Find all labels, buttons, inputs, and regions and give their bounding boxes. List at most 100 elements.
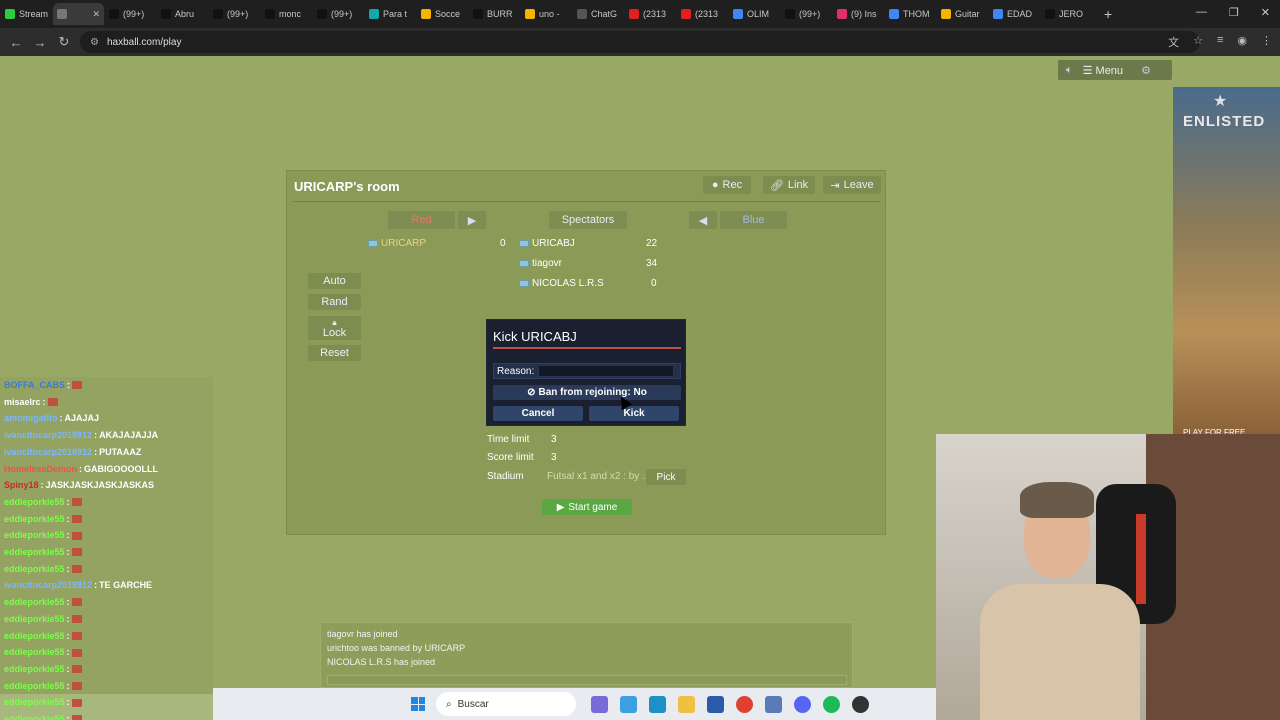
spectator-row[interactable]: NICOLAS L.R.S (519, 278, 604, 289)
minimize-icon[interactable]: — (1196, 6, 1207, 19)
browser-tab[interactable]: Para t (365, 3, 416, 25)
rand-button[interactable]: Rand (308, 294, 361, 310)
taskbar-search[interactable]: ⌕ Buscar (436, 692, 576, 716)
gear-icon[interactable]: ⚙ (1141, 64, 1151, 77)
time-limit-value[interactable]: 3 (551, 434, 557, 445)
team-red-header[interactable]: Red (388, 211, 455, 229)
browser-tab[interactable]: THOM (885, 3, 936, 25)
translate-icon[interactable]: 文 (1168, 34, 1179, 50)
start-game-button[interactable]: ▶ Start game (542, 499, 632, 515)
browser-tab[interactable]: (9) Ins (833, 3, 884, 25)
chat-username[interactable]: eddieporkie55 (4, 494, 65, 511)
browser-tab[interactable]: Guitar (937, 3, 988, 25)
obs-icon[interactable] (852, 696, 869, 713)
red-player-row[interactable]: URICARP (368, 238, 426, 249)
media-icon[interactable]: ≡ (1217, 34, 1223, 50)
new-tab-button[interactable]: + (1104, 6, 1112, 22)
more-menu-icon[interactable]: ⋮ (1261, 34, 1272, 50)
leave-button[interactable]: ⇥ Leave (823, 176, 881, 194)
chat-username[interactable]: amomigatito (4, 410, 58, 427)
chat-username[interactable]: Spiny18 (4, 477, 39, 494)
reset-button[interactable]: Reset (308, 345, 361, 361)
browser-tab[interactable]: (99+) (105, 3, 156, 25)
settings-app-icon[interactable] (765, 696, 782, 713)
chat-username[interactable]: eddieporkie55 (4, 661, 65, 678)
browser-tab[interactable]: Abru (157, 3, 208, 25)
chat-username[interactable]: eddieporkie55 (4, 544, 65, 561)
auto-button[interactable]: Auto (308, 273, 361, 289)
move-to-red-arrow-icon[interactable]: ▶ (458, 211, 486, 229)
browser-tab[interactable]: (2313 (677, 3, 728, 25)
team-spectators-header[interactable]: Spectators (549, 211, 627, 229)
cancel-button[interactable]: Cancel (493, 406, 583, 421)
ban-toggle-button[interactable]: ⊘ Ban from rejoining: No (493, 385, 681, 400)
browser-tab[interactable]: (99+) (781, 3, 832, 25)
reason-input[interactable] (538, 365, 674, 377)
browser-tab[interactable]: JERO (1041, 3, 1092, 25)
link-button[interactable]: 🔗︎ Link (763, 176, 815, 194)
kick-button[interactable]: Kick (589, 406, 679, 421)
chat-username[interactable]: eddieporkie55 (4, 611, 65, 628)
discord-icon[interactable] (794, 696, 811, 713)
spotify-icon[interactable] (823, 696, 840, 713)
team-blue-header[interactable]: Blue (720, 211, 787, 229)
rec-button[interactable]: ● Rec (703, 176, 751, 194)
chat-username[interactable]: eddieporkie55 (4, 694, 65, 711)
browser-tab[interactable]: OLIM (729, 3, 780, 25)
teams-icon[interactable] (591, 696, 608, 713)
browser-tab[interactable]: Socce (417, 3, 468, 25)
browser-tab[interactable]: ✕ (53, 3, 104, 25)
pick-stadium-button[interactable]: Pick (646, 469, 686, 485)
chat-username[interactable]: eddieporkie55 (4, 678, 65, 695)
chat-username[interactable]: ivancitocarp2018912 (4, 427, 92, 444)
back-icon[interactable]: ← (4, 35, 28, 50)
close-window-icon[interactable]: ✕ (1261, 6, 1270, 19)
spectator-row[interactable]: tiagovr (519, 258, 562, 269)
browser-tab[interactable]: BURR (469, 3, 520, 25)
tab-close-icon[interactable]: ✕ (92, 9, 100, 20)
file-explorer-icon[interactable] (678, 696, 695, 713)
browser-tab[interactable]: (99+) (209, 3, 260, 25)
edge-icon[interactable] (649, 696, 666, 713)
chat-username[interactable]: eddieporkie55 (4, 711, 65, 720)
browser-tab[interactable]: uno - (521, 3, 572, 25)
forward-icon[interactable]: → (28, 35, 52, 50)
chat-username[interactable]: eddieporkie55 (4, 644, 65, 661)
browser-tab[interactable]: (99+) (313, 3, 364, 25)
browser-tab[interactable]: ChatG (573, 3, 624, 25)
maximize-icon[interactable]: ❐ (1229, 6, 1239, 19)
store-icon[interactable] (707, 696, 724, 713)
url-bar[interactable]: ⚙ haxball.com/play (80, 31, 1200, 53)
chat-username[interactable]: eddieporkie55 (4, 561, 65, 578)
tab-label: (99+) (331, 9, 353, 19)
browser-tab[interactable]: monc (261, 3, 312, 25)
spectator-row[interactable]: URICABJ (519, 238, 575, 249)
chat-username[interactable]: HomelessDemon (4, 461, 77, 478)
browser-tab[interactable]: Stream (1, 3, 52, 25)
site-info-icon[interactable]: ⚙ (90, 37, 99, 48)
tab-label: monc (279, 9, 302, 19)
advertisement-banner[interactable]: ★ ENLISTED PLAY FOR FREE (1173, 87, 1280, 437)
move-to-blue-arrow-icon[interactable]: ◀ (689, 211, 717, 229)
chat-username[interactable]: misaelrc (4, 394, 41, 411)
windows-start-icon[interactable] (411, 697, 425, 711)
browser-tab[interactable]: EDAD (989, 3, 1040, 25)
chat-username[interactable]: BOFFA_CABS (4, 377, 65, 394)
chat-username[interactable]: ivancitocarp2018912 (4, 444, 92, 461)
chat-username[interactable]: eddieporkie55 (4, 594, 65, 611)
speaker-icon[interactable]: 🔈︎ (1066, 64, 1073, 77)
chat-username[interactable]: eddieporkie55 (4, 628, 65, 645)
chat-username[interactable]: eddieporkie55 (4, 511, 65, 528)
chrome-icon[interactable] (736, 696, 753, 713)
chat-input[interactable] (327, 675, 847, 685)
bookmark-star-icon[interactable]: ☆ (1193, 34, 1203, 50)
chat-username[interactable]: ivancitocarp2018912 (4, 577, 92, 594)
menu-button[interactable]: ☰ Menu (1083, 64, 1123, 77)
profile-icon[interactable]: ◉ (1237, 34, 1247, 50)
reload-icon[interactable]: ↻ (52, 34, 76, 50)
chat-username[interactable]: eddieporkie55 (4, 527, 65, 544)
copilot-icon[interactable] (620, 696, 637, 713)
score-limit-value[interactable]: 3 (551, 452, 557, 463)
browser-tab[interactable]: (2313 (625, 3, 676, 25)
lock-button[interactable]: 🔒︎ Lock (308, 316, 361, 340)
